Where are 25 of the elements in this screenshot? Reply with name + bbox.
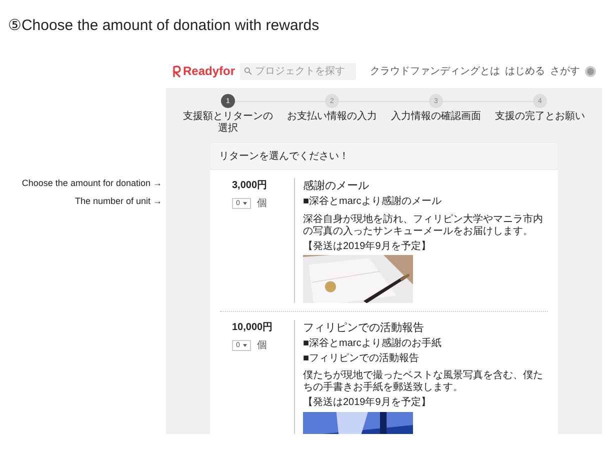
unit-label: 個 bbox=[256, 197, 267, 210]
annotation-label: Choose the amount for donation → bbox=[22, 178, 162, 188]
card-title: リターンを選んでください！ bbox=[210, 142, 558, 170]
step-label: 入力情報の確認画面 bbox=[391, 111, 481, 122]
annotation-label: The number of unit → bbox=[74, 196, 162, 206]
reward-item: ■深谷とmarcより感謝のお手紙 bbox=[303, 338, 442, 350]
reward-description: 深谷自身が現地を訪れ、フィリピン大学やマニラ市内の写真の入ったサンキューメールをお届けします。 bbox=[303, 214, 544, 238]
nav-link[interactable]: クラウドファンディングとは bbox=[370, 64, 500, 78]
shipping-note: 【発送は2019年9月を予定】 bbox=[303, 397, 432, 408]
reward-price: 10,000円 bbox=[232, 321, 274, 334]
step-label: 支援額とリターンの選択 bbox=[182, 111, 274, 134]
reward-title: フィリピンでの活動報告 bbox=[303, 320, 425, 335]
shipping-note: 【発送は2019年9月を予定】 bbox=[303, 240, 432, 252]
reward-description: 僕たちが現地で撮ったベストな風景写真を含む、僕たちの手書きお手紙を郵送致します。 bbox=[303, 370, 544, 394]
slide-title: ⑤Choose the amount of donation with rewards bbox=[7, 16, 320, 30]
nav-link[interactable]: さがす bbox=[550, 64, 580, 78]
unit-label: 個 bbox=[256, 339, 267, 352]
reward-price: 3,000円 bbox=[232, 179, 268, 192]
reward-item: ■フィリピンでの活動報告 bbox=[303, 352, 420, 364]
logo-text: Readyfor bbox=[183, 64, 236, 78]
step-label: 支援の完了とお願い bbox=[495, 111, 585, 122]
step-label: お支払い情報の入力 bbox=[287, 111, 377, 122]
nav-link[interactable]: はじめる bbox=[505, 64, 545, 78]
reward-item: ■深谷とmarcより感謝のメール bbox=[303, 196, 442, 208]
reward-title: 感謝のメール bbox=[303, 178, 370, 193]
